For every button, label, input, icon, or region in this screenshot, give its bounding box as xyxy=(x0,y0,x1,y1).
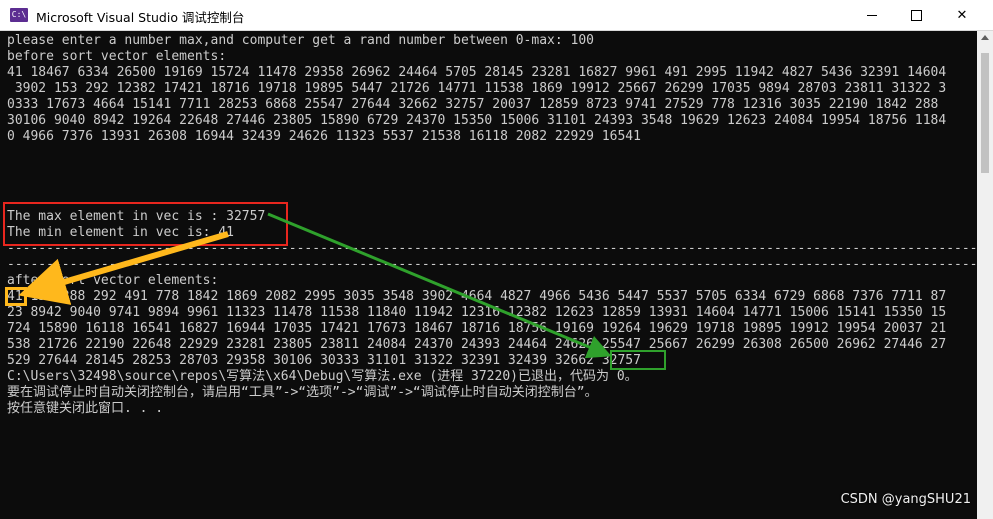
console-line: 23 8942 9040 9741 9894 9961 11323 11478 … xyxy=(7,305,947,320)
title-bar[interactable]: C:\ Microsoft Visual Studio 调试控制台 ✕ xyxy=(0,0,993,31)
max-min-highlight-box xyxy=(3,202,288,246)
console-window: C:\ Microsoft Visual Studio 调试控制台 ✕ plea… xyxy=(0,0,993,519)
console-line: 724 15890 16118 16541 16827 16944 17035 … xyxy=(7,321,947,336)
console-line: 要在调试停止时自动关闭控制台，请启用“工具”->“选项”->“调试”->“调试停… xyxy=(7,385,598,400)
console-line: 0333 17673 4664 15141 7711 28253 6868 25… xyxy=(7,97,939,112)
min-value-highlight-box xyxy=(5,287,27,306)
minimize-icon xyxy=(867,15,877,16)
console-line: C:\Users\32498\source\repos\写算法\x64\Debu… xyxy=(7,369,638,384)
vertical-scrollbar[interactable] xyxy=(977,31,993,519)
scroll-up-arrow-icon[interactable] xyxy=(981,35,989,40)
console-line: before sort vector elements: xyxy=(7,49,227,64)
visual-studio-console-icon: C:\ xyxy=(10,8,28,22)
console-line: 按任意键关闭此窗口. . . xyxy=(7,401,164,416)
console-line: 41 18467 6334 26500 19169 15724 11478 29… xyxy=(7,65,947,80)
maximize-button[interactable] xyxy=(893,0,939,31)
console-line: 529 27644 28145 28253 28703 29358 30106 … xyxy=(7,353,641,368)
close-icon: ✕ xyxy=(956,8,968,23)
window-title: Microsoft Visual Studio 调试控制台 xyxy=(36,10,245,25)
console-output[interactable]: please enter a number max,and computer g… xyxy=(0,31,977,519)
console-line: 538 21726 22190 22648 22929 23281 23805 … xyxy=(7,337,947,352)
max-value-highlight-box xyxy=(610,350,666,370)
csdn-watermark: CSDN @yangSHU21 xyxy=(840,492,971,507)
console-line: 0 4966 7376 13931 26308 16944 32439 2462… xyxy=(7,129,641,144)
console-line: 30106 9040 8942 19264 22648 27446 23805 … xyxy=(7,113,947,128)
console-line: 41 153 288 292 491 778 1842 1869 2082 29… xyxy=(7,289,947,304)
console-line: 3902 153 292 12382 17421 18716 19718 198… xyxy=(7,81,947,96)
minimize-button[interactable] xyxy=(849,0,895,31)
close-button[interactable]: ✕ xyxy=(939,0,985,31)
maximize-icon xyxy=(910,10,922,21)
scrollbar-thumb[interactable] xyxy=(981,53,989,173)
console-line: please enter a number max,and computer g… xyxy=(7,33,594,48)
console-line: after sort vector elements: xyxy=(7,273,219,288)
console-line: ----------------------------------------… xyxy=(7,257,977,272)
